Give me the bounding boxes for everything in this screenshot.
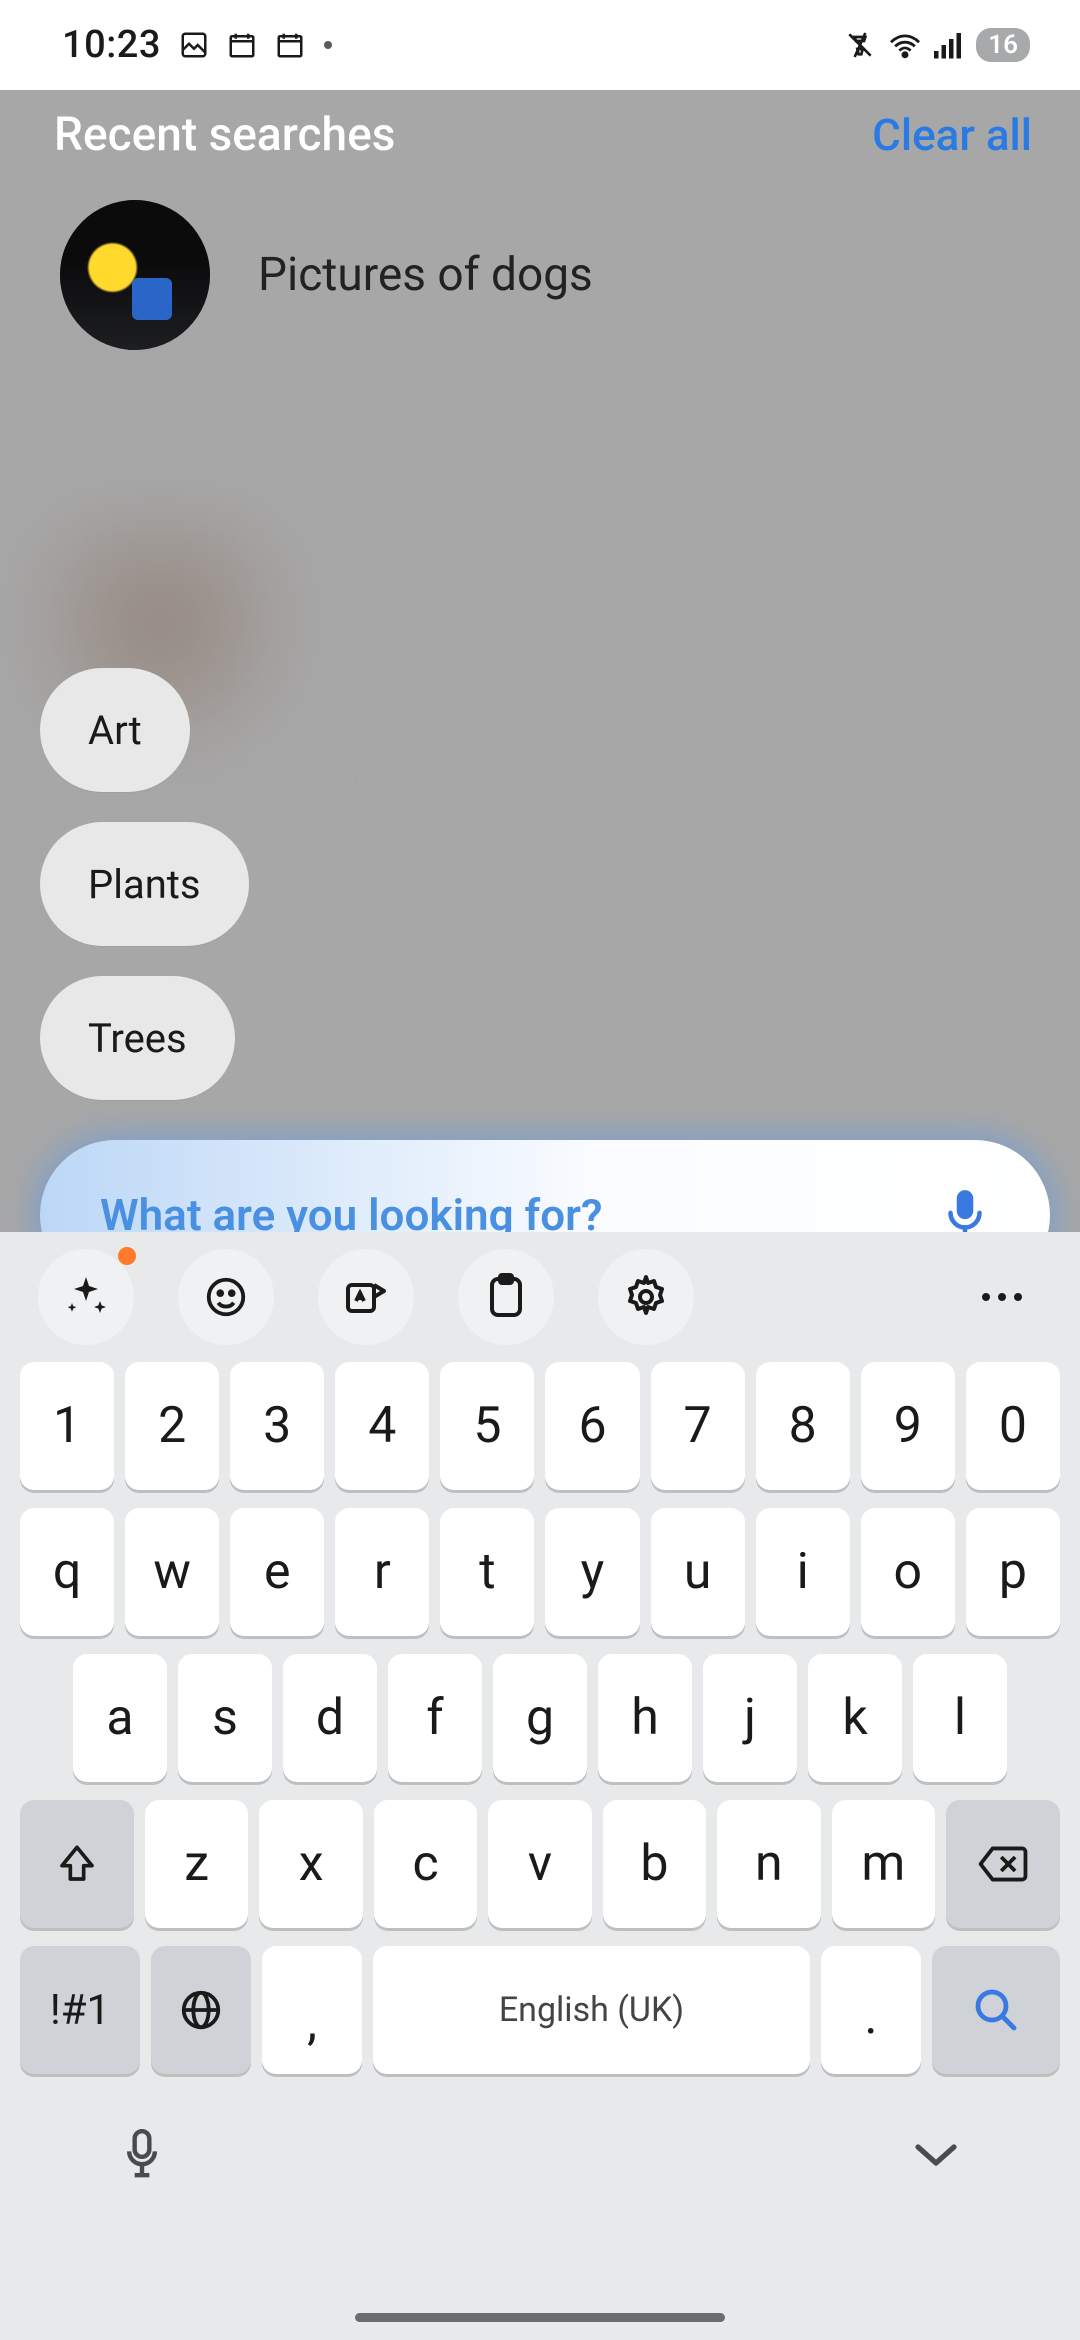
keyboard-row-1: q w e r t y u i o p — [20, 1508, 1060, 1636]
voice-input-button[interactable] — [120, 2127, 164, 2183]
wifi-icon — [888, 31, 922, 59]
keyboard-row-space: !#1 , English (UK) . — [20, 1946, 1060, 2074]
keyboard-toolbar — [0, 1232, 1080, 1362]
smiley-icon — [203, 1274, 249, 1320]
chip-art[interactable]: Art — [40, 668, 190, 792]
key-l[interactable]: l — [913, 1654, 1007, 1782]
key-search[interactable] — [932, 1946, 1060, 2074]
ai-sparkle-button[interactable] — [38, 1249, 134, 1345]
translate-icon — [342, 1273, 390, 1321]
recent-search-thumbnail — [60, 200, 210, 350]
key-u[interactable]: u — [651, 1508, 745, 1636]
key-k[interactable]: k — [808, 1654, 902, 1782]
key-6[interactable]: 6 — [545, 1362, 639, 1490]
key-d[interactable]: d — [283, 1654, 377, 1782]
key-w[interactable]: w — [125, 1508, 219, 1636]
suggestion-chips: Art Plants Trees — [40, 668, 249, 1100]
notification-dot-icon — [118, 1247, 136, 1265]
image-icon — [179, 30, 209, 60]
keyboard-row-3: z x c v b n m — [20, 1800, 1060, 1928]
clipboard-icon — [486, 1273, 526, 1321]
keyboard-collapse-button[interactable] — [912, 2140, 960, 2170]
backspace-icon — [977, 1845, 1029, 1883]
key-p[interactable]: p — [966, 1508, 1060, 1636]
key-9[interactable]: 9 — [861, 1362, 955, 1490]
content: Recent searches Clear all Pictures of do… — [0, 90, 1080, 2340]
key-1[interactable]: 1 — [20, 1362, 114, 1490]
gear-icon — [622, 1273, 670, 1321]
more-horizontal-icon — [980, 1291, 1024, 1303]
key-4[interactable]: 4 — [335, 1362, 429, 1490]
key-f[interactable]: f — [388, 1654, 482, 1782]
key-y[interactable]: y — [545, 1508, 639, 1636]
recent-header: Recent searches Clear all — [0, 90, 1080, 190]
key-3[interactable]: 3 — [230, 1362, 324, 1490]
recent-search-item[interactable]: Pictures of dogs — [0, 190, 1080, 360]
key-7[interactable]: 7 — [651, 1362, 745, 1490]
key-language[interactable] — [151, 1946, 251, 2074]
status-bar: 10:23 16 — [0, 0, 1080, 90]
key-c[interactable]: c — [374, 1800, 477, 1928]
key-i[interactable]: i — [756, 1508, 850, 1636]
keyboard-row-numbers: 1 2 3 4 5 6 7 8 9 0 — [20, 1362, 1060, 1490]
key-backspace[interactable] — [946, 1800, 1060, 1928]
key-shift[interactable] — [20, 1800, 134, 1928]
calendar-icon — [227, 30, 257, 60]
key-e[interactable]: e — [230, 1508, 324, 1636]
key-n[interactable]: n — [717, 1800, 820, 1928]
key-a[interactable]: a — [73, 1654, 167, 1782]
key-j[interactable]: j — [703, 1654, 797, 1782]
gesture-handle[interactable] — [355, 2313, 725, 2322]
key-8[interactable]: 8 — [756, 1362, 850, 1490]
key-space[interactable]: English (UK) — [373, 1946, 810, 2074]
key-0[interactable]: 0 — [966, 1362, 1060, 1490]
dot-icon — [323, 40, 333, 50]
sparkle-icon — [62, 1273, 110, 1321]
status-time: 10:23 — [62, 23, 161, 67]
microphone-icon — [120, 2127, 164, 2183]
key-h[interactable]: h — [598, 1654, 692, 1782]
key-2[interactable]: 2 — [125, 1362, 219, 1490]
key-comma[interactable]: , — [262, 1946, 362, 2074]
key-r[interactable]: r — [335, 1508, 429, 1636]
translate-button[interactable] — [318, 1249, 414, 1345]
key-z[interactable]: z — [145, 1800, 248, 1928]
chip-plants[interactable]: Plants — [40, 822, 249, 946]
key-q[interactable]: q — [20, 1508, 114, 1636]
recent-search-label: Pictures of dogs — [258, 248, 593, 302]
clipboard-button[interactable] — [458, 1249, 554, 1345]
chevron-down-icon — [912, 2140, 960, 2170]
nav-bar — [0, 2100, 1080, 2210]
calendar-icon — [275, 30, 305, 60]
key-period[interactable]: . — [821, 1946, 921, 2074]
globe-icon — [178, 1987, 224, 2033]
chip-trees[interactable]: Trees — [40, 976, 235, 1100]
signal-icon — [934, 31, 964, 59]
key-s[interactable]: s — [178, 1654, 272, 1782]
vibrate-icon — [844, 29, 876, 61]
keyboard: 1 2 3 4 5 6 7 8 9 0 q w e r t y u i o — [0, 1232, 1080, 2340]
clear-all-button[interactable]: Clear all — [872, 109, 1032, 161]
key-x[interactable]: x — [259, 1800, 362, 1928]
more-button[interactable] — [954, 1249, 1050, 1345]
key-g[interactable]: g — [493, 1654, 587, 1782]
key-b[interactable]: b — [603, 1800, 706, 1928]
battery-level: 16 — [976, 28, 1030, 62]
key-v[interactable]: v — [488, 1800, 591, 1928]
emoji-button[interactable] — [178, 1249, 274, 1345]
recent-searches-title: Recent searches — [54, 108, 395, 162]
key-symbols[interactable]: !#1 — [20, 1946, 140, 2074]
key-m[interactable]: m — [832, 1800, 935, 1928]
keyboard-row-2: a s d f g h j k l — [20, 1654, 1060, 1782]
key-o[interactable]: o — [861, 1508, 955, 1636]
search-icon — [972, 1986, 1020, 2034]
shift-icon — [57, 1842, 97, 1886]
key-5[interactable]: 5 — [440, 1362, 534, 1490]
settings-button[interactable] — [598, 1249, 694, 1345]
key-t[interactable]: t — [440, 1508, 534, 1636]
